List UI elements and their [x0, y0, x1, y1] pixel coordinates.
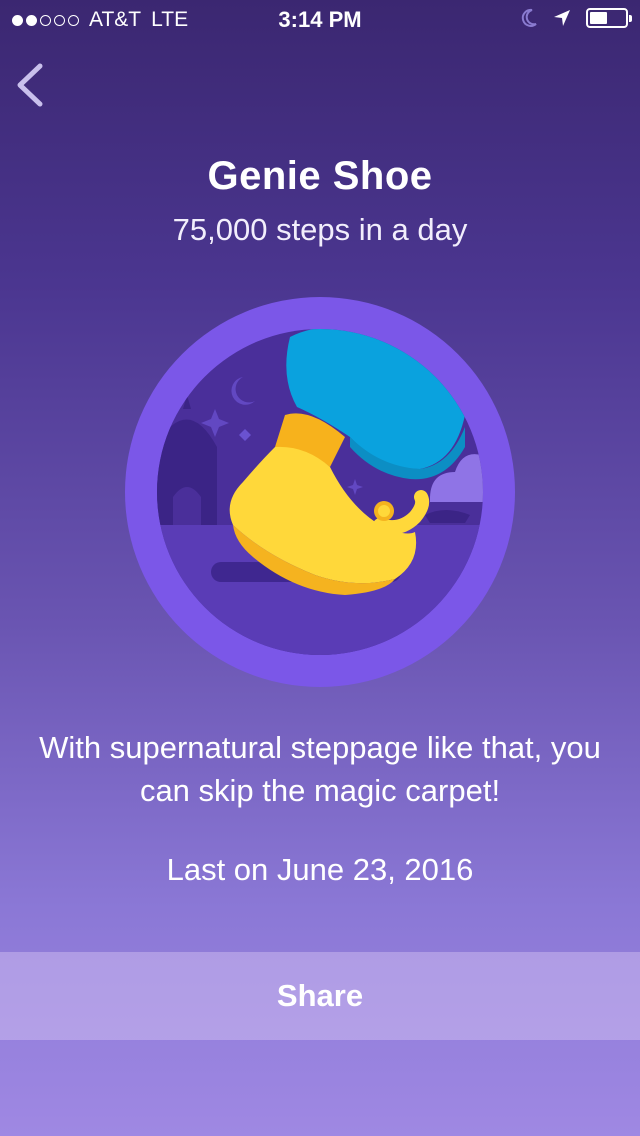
- last-earned-date: Last on June 23, 2016: [166, 852, 474, 887]
- chevron-left-icon: [17, 63, 43, 107]
- badge-subtitle: 75,000 steps in a day: [172, 212, 468, 247]
- battery-fill: [590, 12, 608, 24]
- badge-title: Genie Shoe: [207, 154, 433, 198]
- battery-icon: [586, 8, 632, 28]
- badge-description: With supernatural steppage like that, yo…: [39, 730, 601, 808]
- status-bar: AT&T LTE 3:14 PM: [0, 0, 640, 40]
- status-right: [520, 8, 632, 28]
- badge-illustration: [125, 297, 515, 687]
- genie-shoe-badge-icon: [125, 297, 515, 687]
- back-button[interactable]: [10, 60, 54, 110]
- moon-icon: [521, 8, 537, 27]
- location-arrow-icon: [554, 10, 570, 26]
- share-button[interactable]: Share: [0, 952, 640, 1040]
